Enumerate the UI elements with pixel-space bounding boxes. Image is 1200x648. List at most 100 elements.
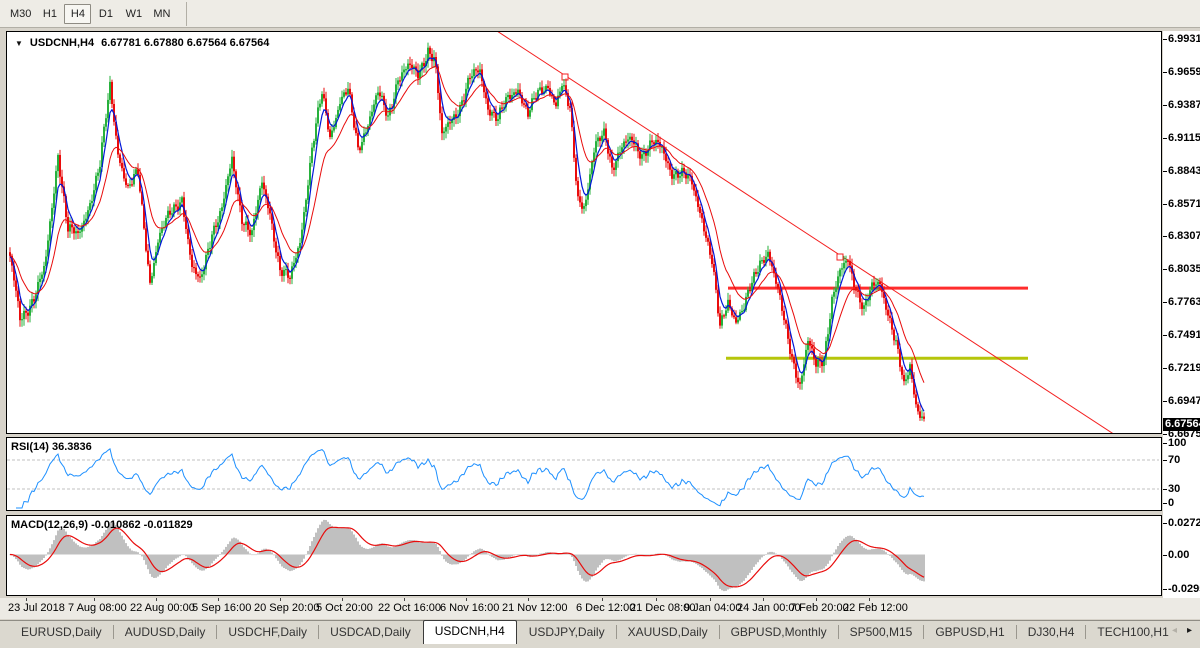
macd-panel[interactable]: MACD(12,26,9) -0.010862 -0.011829 (6, 515, 1162, 596)
timeframe-button-h1[interactable]: H1 (36, 4, 63, 24)
time-axis-tick (156, 598, 157, 601)
axis-tick (1163, 589, 1167, 590)
tab-scroll-left-icon[interactable]: ◂ (1172, 625, 1177, 636)
time-axis-label: 9 Jan 04:00 (684, 602, 742, 614)
price-axis-label: 6.88430 (1168, 165, 1200, 177)
timeframe-toolbar: M30H1H4D1W1MN (0, 0, 1200, 28)
time-axis-tick (342, 598, 343, 601)
tab-audusd-daily[interactable]: AUDUSD,Daily (114, 621, 217, 643)
timeframe-buttons: M30H1H4D1W1MN (6, 0, 176, 27)
axis-tick (1163, 302, 1167, 303)
macd-axis-label: -0.029558 (1168, 583, 1200, 595)
chart-dropdown-icon[interactable]: ▼ (15, 39, 23, 48)
tab-xauusd-daily[interactable]: XAUUSD,Daily (617, 621, 719, 643)
timeframe-button-d1[interactable]: D1 (92, 4, 119, 24)
axis-tick (1163, 434, 1167, 435)
toolbar-separator (186, 2, 187, 26)
candlestick-chart[interactable] (7, 32, 1161, 433)
rsi-chart (7, 438, 1161, 510)
price-axis-label: 6.96590 (1168, 66, 1200, 78)
tab-usdjpy-daily[interactable]: USDJPY,Daily (518, 621, 616, 643)
price-axis-label: 6.80350 (1168, 263, 1200, 275)
timeframe-button-mn[interactable]: MN (148, 4, 175, 24)
time-axis-tick (404, 598, 405, 601)
time-axis-label: 22 Feb 12:00 (843, 602, 908, 614)
tab-usdcad-daily[interactable]: USDCAD,Daily (319, 621, 422, 643)
mt4-window: M30H1H4D1W1MN ▼ USDCNH,H4 6.67781 6.6788… (0, 0, 1200, 648)
tab-tech100-h1[interactable]: TECH100,H1 (1086, 621, 1179, 643)
axis-tick (1163, 503, 1167, 504)
price-chart-panel[interactable]: ▼ USDCNH,H4 6.67781 6.67880 6.67564 6.67… (6, 31, 1162, 434)
timeframe-button-h4[interactable]: H4 (64, 4, 91, 24)
time-axis-label: 5 Oct 20:00 (316, 602, 373, 614)
tab-eurusd-daily[interactable]: EURUSD,Daily (10, 621, 113, 643)
tab-usdchf-daily[interactable]: USDCHF,Daily (217, 621, 318, 643)
tab-scroll-arrows: ◂ ▸ (1172, 625, 1192, 636)
tab-gbpusd-h1[interactable]: GBPUSD,H1 (924, 621, 1015, 643)
rsi-label: RSI(14) 36.3836 (11, 441, 92, 453)
axis-tick (1163, 105, 1167, 106)
axis-tick (1163, 335, 1167, 336)
axis-tick (1163, 39, 1167, 40)
timeframe-button-m30[interactable]: M30 (6, 4, 35, 24)
chart-tabs: EURUSD,DailyAUDUSD,DailyUSDCHF,DailyUSDC… (10, 621, 1180, 645)
macd-axis-label: 0.00 (1168, 549, 1189, 561)
price-axis-label: 6.91150 (1168, 132, 1200, 144)
macd-label: MACD(12,26,9) -0.010862 -0.011829 (11, 519, 193, 531)
time-axis-tick (869, 598, 870, 601)
axis-tick (1163, 269, 1167, 270)
chart-title: ▼ USDCNH,H4 6.67781 6.67880 6.67564 6.67… (15, 37, 269, 49)
rsi-axis-label: 70 (1168, 454, 1180, 466)
time-axis-label: 5 Sep 16:00 (192, 602, 251, 614)
axis-tick (1163, 368, 1167, 369)
time-axis-label: 6 Nov 16:00 (440, 602, 499, 614)
axis-tick (1163, 555, 1167, 556)
time-axis-tick (710, 598, 711, 601)
time-axis-tick (218, 598, 219, 601)
time-axis-label: 21 Nov 12:00 (502, 602, 567, 614)
time-axis-label: 6 Dec 12:00 (576, 602, 635, 614)
axis-tick (1163, 204, 1167, 205)
rsi-axis-label: 100 (1168, 437, 1186, 449)
axis-tick (1163, 236, 1167, 237)
time-axis-label: 23 Jul 2018 (8, 602, 65, 614)
axis-tick (1163, 171, 1167, 172)
tab-sp500-m15[interactable]: SP500,M15 (839, 621, 924, 643)
time-axis-label: 22 Oct 16:00 (378, 602, 441, 614)
time-axis-tick (26, 598, 27, 601)
price-axis-label: 6.72190 (1168, 362, 1200, 374)
time-axis-tick (466, 598, 467, 601)
time-axis-label: 7 Feb 20:00 (790, 602, 849, 614)
axis-tick (1163, 460, 1167, 461)
chart-symbol: USDCNH,H4 (30, 37, 94, 49)
timeframe-button-w1[interactable]: W1 (120, 4, 147, 24)
axis-tick (1163, 72, 1167, 73)
chart-ohlc-values: 6.67781 6.67880 6.67564 6.67564 (101, 37, 269, 49)
price-axis-label: 6.83070 (1168, 230, 1200, 242)
time-axis-tick (94, 598, 95, 601)
price-scale: 6.67564 6.993106.965906.938706.911506.88… (1163, 31, 1200, 598)
axis-tick (1163, 489, 1167, 490)
tab-scroll-right-icon[interactable]: ▸ (1187, 625, 1192, 636)
price-axis-label: 6.77630 (1168, 296, 1200, 308)
time-axis-tick (602, 598, 603, 601)
chart-tab-bar: EURUSD,DailyAUDUSD,DailyUSDCHF,DailyUSDC… (0, 620, 1200, 648)
axis-tick (1163, 443, 1167, 444)
axis-tick (1163, 138, 1167, 139)
time-axis-tick (280, 598, 281, 601)
price-axis-label: 6.69470 (1168, 395, 1200, 407)
tab-usdcnh-h4[interactable]: USDCNH,H4 (423, 620, 517, 644)
time-axis-label: 7 Aug 08:00 (68, 602, 127, 614)
time-axis: 23 Jul 20187 Aug 08:0022 Aug 00:005 Sep … (0, 598, 1200, 619)
price-axis-label: 6.85710 (1168, 198, 1200, 210)
current-price-tag: 6.67564 (1163, 418, 1200, 431)
macd-axis-label: 0.027219 (1168, 517, 1200, 529)
rsi-panel[interactable]: RSI(14) 36.3836 (6, 437, 1162, 511)
time-axis-tick (763, 598, 764, 601)
rsi-axis-label: 30 (1168, 483, 1180, 495)
tab-dj30-h4[interactable]: DJ30,H4 (1017, 621, 1086, 643)
axis-tick (1163, 401, 1167, 402)
time-axis-label: 20 Sep 20:00 (254, 602, 319, 614)
tab-gbpusd-monthly[interactable]: GBPUSD,Monthly (720, 621, 838, 643)
rsi-axis-label: 0 (1168, 497, 1174, 509)
